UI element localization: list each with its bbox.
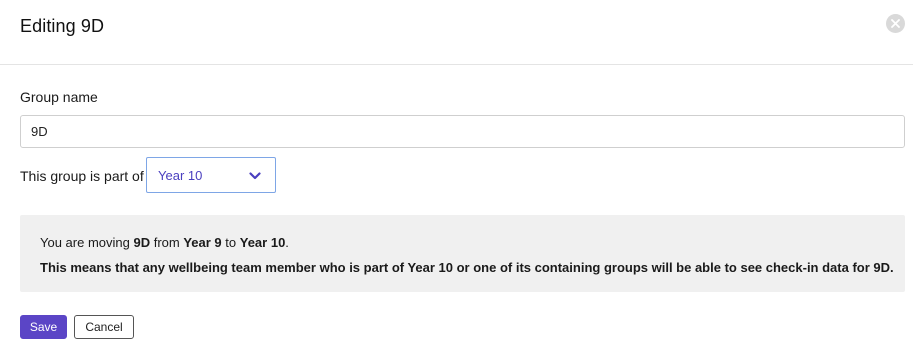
close-icon[interactable] [886, 14, 905, 33]
parent-group-label: This group is part of [20, 168, 144, 184]
edit-group-modal: Editing 9D Group name This group is part… [0, 0, 913, 362]
group-name-input[interactable] [20, 115, 905, 148]
cancel-button[interactable]: Cancel [74, 315, 134, 339]
parent-group-selected-value: Year 10 [158, 168, 203, 183]
modal-header: Editing 9D [0, 0, 913, 65]
chevron-down-icon [249, 172, 261, 180]
move-summary: You are moving 9D from Year 9 to Year 10… [40, 235, 289, 250]
modal-title: Editing 9D [20, 16, 105, 36]
save-button[interactable]: Save [20, 315, 67, 339]
move-consequence: This means that any wellbeing team membe… [40, 260, 894, 275]
group-name-label: Group name [20, 89, 98, 105]
move-notice: You are moving 9D from Year 9 to Year 10… [20, 215, 905, 292]
parent-group-select[interactable]: Year 10 [146, 157, 276, 193]
